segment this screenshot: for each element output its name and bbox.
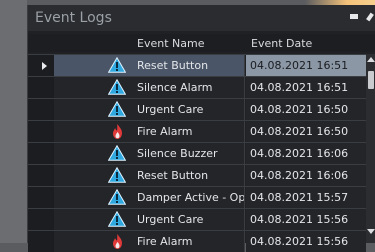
vertical-scrollbar[interactable] — [366, 54, 375, 243]
event-type-cell[interactable] — [54, 209, 133, 230]
event-date-cell[interactable]: 04.08.2021 15:57 — [246, 187, 366, 208]
event-name-cell[interactable]: Damper Active - Open — [132, 187, 245, 208]
warning-triangle-icon — [108, 101, 126, 117]
event-name-cell[interactable]: Silence Buzzer — [132, 143, 245, 164]
table-row[interactable]: Reset Button 04.08.2021 16:06 — [28, 164, 375, 186]
event-date-cell[interactable]: 04.08.2021 16:50 — [246, 121, 366, 142]
warning-triangle-icon — [108, 167, 126, 183]
warning-triangle-icon — [108, 79, 126, 95]
event-logs-window: Event Logs Event Name Event Date Reset B… — [27, 5, 375, 252]
warning-triangle-icon — [108, 189, 126, 205]
table-row[interactable]: Damper Active - Open04.08.2021 15:57 — [28, 186, 375, 208]
pin-icon[interactable] — [366, 12, 375, 22]
table-row[interactable]: Reset Button 04.08.2021 16:51 — [28, 54, 375, 76]
warning-triangle-icon — [108, 211, 126, 227]
table-row[interactable]: Fire Alarm 04.08.2021 16:50 — [28, 120, 375, 142]
row-indicator[interactable] — [28, 187, 54, 208]
scroll-thumb[interactable] — [368, 71, 374, 89]
scroll-up-icon[interactable] — [367, 57, 375, 62]
event-name-cell[interactable]: Fire Alarm — [132, 231, 245, 252]
fire-icon — [113, 124, 122, 139]
event-date-cell[interactable]: 04.08.2021 16:51 — [246, 77, 366, 98]
event-type-cell[interactable] — [54, 143, 133, 164]
event-type-cell[interactable] — [54, 187, 133, 208]
row-indicator[interactable] — [28, 77, 54, 98]
table-row[interactable]: Silence Alarm 04.08.2021 16:51 — [28, 76, 375, 98]
row-indicator[interactable] — [28, 121, 54, 142]
column-header-event-name[interactable]: Event Name — [137, 37, 204, 50]
event-type-cell[interactable] — [54, 165, 133, 186]
event-date-cell[interactable]: 04.08.2021 15:56 — [246, 209, 366, 230]
event-type-cell[interactable] — [54, 99, 133, 120]
table-row[interactable]: Fire Alarm 04.08.2021 15:56 — [28, 230, 375, 252]
row-indicator[interactable] — [28, 231, 54, 252]
event-type-cell[interactable] — [54, 121, 133, 142]
event-date-cell[interactable]: 04.08.2021 15:56 — [246, 231, 366, 252]
event-date-cell[interactable]: 04.08.2021 16:06 — [246, 165, 366, 186]
warning-triangle-icon — [108, 145, 126, 161]
table-row[interactable]: Urgent Care 04.08.2021 15:56 — [28, 208, 375, 230]
event-name-cell[interactable]: Urgent Care — [132, 99, 245, 120]
row-indicator[interactable] — [28, 55, 54, 76]
window-title: Event Logs — [35, 10, 112, 26]
event-type-cell[interactable] — [54, 77, 133, 98]
event-date-cell[interactable]: 04.08.2021 16:51 — [246, 55, 366, 76]
title-bar: Event Logs — [28, 5, 375, 31]
event-type-cell[interactable] — [54, 55, 133, 76]
row-indicator[interactable] — [28, 143, 54, 164]
event-type-cell[interactable] — [54, 231, 133, 252]
warning-triangle-icon — [108, 57, 126, 73]
table-header: Event Name Event Date — [28, 34, 375, 52]
event-name-cell[interactable]: Fire Alarm — [132, 121, 245, 142]
event-date-cell[interactable]: 04.08.2021 16:06 — [246, 143, 366, 164]
fire-icon — [113, 234, 122, 249]
current-row-arrow-icon — [42, 62, 47, 70]
event-name-cell[interactable]: Reset Button — [132, 165, 245, 186]
row-indicator[interactable] — [28, 99, 54, 120]
event-name-cell[interactable]: Silence Alarm — [132, 77, 245, 98]
table-row[interactable]: Urgent Care 04.08.2021 16:50 — [28, 98, 375, 120]
event-name-cell[interactable]: Urgent Care — [132, 209, 245, 230]
row-indicator[interactable] — [28, 209, 54, 230]
background-left-panel — [0, 0, 27, 243]
restore-icon[interactable] — [349, 12, 360, 22]
event-date-cell[interactable]: 04.08.2021 16:50 — [246, 99, 366, 120]
row-indicator[interactable] — [28, 165, 54, 186]
table-row[interactable]: Silence Buzzer 04.08.2021 16:06 — [28, 142, 375, 164]
column-header-event-date[interactable]: Event Date — [251, 37, 312, 50]
scroll-down-icon[interactable] — [367, 229, 375, 234]
event-name-cell[interactable]: Reset Button — [132, 55, 245, 76]
